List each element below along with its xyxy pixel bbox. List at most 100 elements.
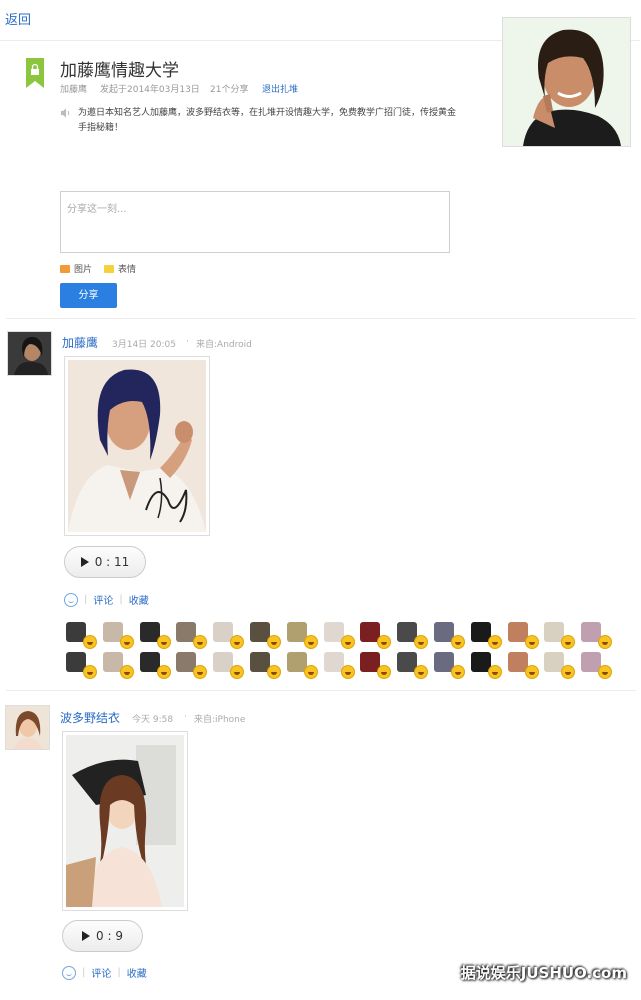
laugh-emoji-icon [340,635,355,649]
add-emoji-button[interactable]: 表情 [104,262,136,275]
laugh-emoji-icon [340,665,355,679]
laugh-emoji-icon [377,665,392,679]
add-image-label: 图片 [74,265,93,275]
liker-avatar[interactable] [397,652,429,679]
liker-avatar[interactable] [139,652,171,679]
laugh-emoji-icon [156,635,171,649]
laugh-emoji-icon [414,635,429,649]
likers-grid [66,622,626,679]
speaker-icon [61,108,70,118]
liker-avatar[interactable] [213,652,245,679]
laugh-emoji-icon [524,635,539,649]
add-image-button[interactable]: 图片 [60,262,92,275]
laugh-emoji-icon [119,635,134,649]
liker-avatar[interactable] [102,652,134,679]
laugh-emoji-icon [156,665,171,679]
image-icon [60,264,70,273]
post-source: 来自:iPhone [194,715,246,725]
liker-avatar[interactable] [249,622,281,649]
laugh-emoji-icon [450,635,465,649]
quit-group-link[interactable]: 退出扎堆 [262,82,298,95]
smile-icon[interactable] [62,965,76,980]
liker-avatar[interactable] [176,622,208,649]
liker-avatar[interactable] [286,652,318,679]
laugh-emoji-icon [487,635,502,649]
favorite-link[interactable]: 收藏 [129,592,149,607]
liker-avatar[interactable] [470,652,502,679]
group-cover-photo[interactable] [502,17,631,147]
audio-player[interactable]: 0 : 9 [62,920,143,952]
liker-avatar[interactable] [581,622,613,649]
liker-avatar[interactable] [286,622,318,649]
liker-avatar[interactable] [139,622,171,649]
liker-avatar[interactable] [544,622,576,649]
post-photo[interactable] [62,731,188,911]
composer-divider [6,318,636,319]
action-separator: | [84,594,88,605]
play-icon[interactable] [82,931,91,941]
share-input-placeholder: 分享这一刻... [67,204,127,215]
meta-separator: · [186,337,189,347]
smile-icon[interactable] [64,592,78,607]
action-separator: | [82,967,86,978]
laugh-emoji-icon [266,665,281,679]
laugh-emoji-icon [303,635,318,649]
laugh-emoji-icon [377,635,392,649]
comment-link[interactable]: 评论 [93,592,113,607]
post-divider [6,690,636,691]
liker-avatar[interactable] [544,652,576,679]
audio-duration: 0 : 9 [96,929,123,943]
favorite-link[interactable]: 收藏 [127,965,147,980]
post-source: 来自:Android [196,340,252,350]
liker-avatar[interactable] [249,652,281,679]
meta-separator: · [184,712,187,722]
post-author-avatar[interactable] [7,331,52,376]
laugh-emoji-icon [303,665,318,679]
laugh-emoji-icon [598,665,613,679]
laugh-emoji-icon [230,665,245,679]
group-title: 加藤鹰情趣大学 [60,61,179,81]
laugh-emoji-icon [193,665,208,679]
liker-avatar[interactable] [507,652,539,679]
liker-avatar[interactable] [176,652,208,679]
liker-avatar[interactable] [433,622,465,649]
liker-avatar[interactable] [581,652,613,679]
emoji-icon [104,264,114,273]
laugh-emoji-icon [83,635,97,649]
post-author-name[interactable]: 波多野结衣 [60,709,120,726]
liker-avatar[interactable] [323,622,355,649]
post-time: 3月14日 20:05 [112,340,176,350]
liker-avatar[interactable] [507,622,539,649]
back-link[interactable]: 返回 [5,9,31,28]
group-owner: 加藤鹰 [60,85,88,95]
liker-avatar[interactable] [360,652,392,679]
post-author-name[interactable]: 加藤鹰 [62,334,98,351]
liker-avatar[interactable] [66,622,97,649]
liker-avatar[interactable] [433,652,465,679]
play-icon[interactable] [80,557,89,567]
audio-player[interactable]: 0 : 11 [64,546,146,578]
liker-avatar[interactable] [360,622,392,649]
watermark: 据说娱乐JUSHUO.com [460,964,627,982]
liker-avatar[interactable] [470,622,502,649]
laugh-emoji-icon [487,665,502,679]
laugh-emoji-icon [450,665,465,679]
post-time: 今天 9:58 [132,715,174,725]
liker-avatar[interactable] [102,622,134,649]
laugh-emoji-icon [230,635,245,649]
post-author-avatar[interactable] [5,705,50,750]
add-emoji-label: 表情 [118,265,137,275]
group-bookmark-icon [26,58,44,88]
liker-avatar[interactable] [397,622,429,649]
laugh-emoji-icon [414,665,429,679]
action-separator: | [117,967,121,978]
post-actions: | 评论 | 收藏 [62,965,147,980]
liker-avatar[interactable] [323,652,355,679]
comment-link[interactable]: 评论 [91,965,111,980]
post-photo[interactable] [64,356,210,536]
liker-avatar[interactable] [66,652,97,679]
group-founded: 发起于2014年03月13日 [100,85,200,95]
share-button[interactable]: 分享 [60,283,117,308]
share-input[interactable]: 分享这一刻... [60,191,450,253]
liker-avatar[interactable] [213,622,245,649]
